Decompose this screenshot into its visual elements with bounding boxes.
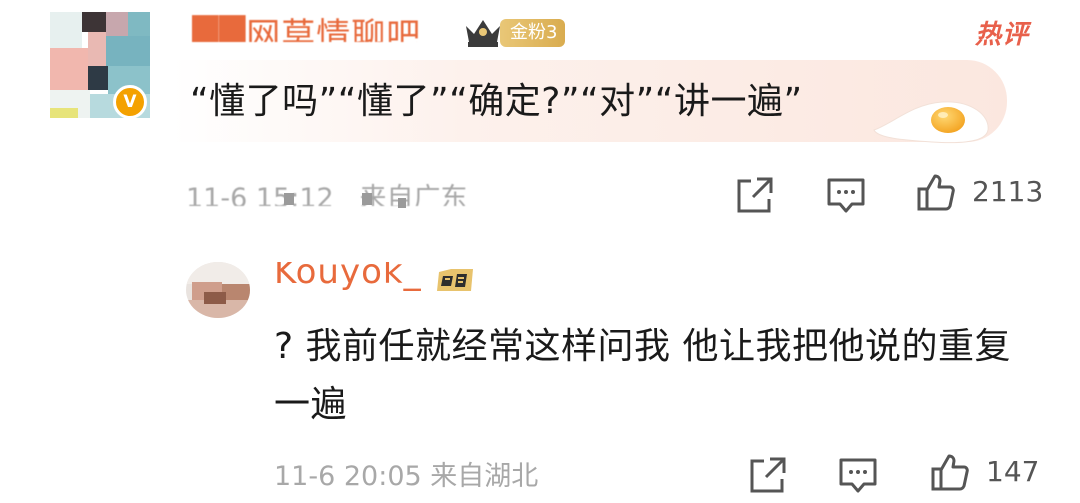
- thumbs-up-icon[interactable]: [916, 172, 956, 212]
- fan-level-badge[interactable]: 金粉3: [500, 19, 566, 47]
- censor-block: [284, 193, 294, 205]
- reply-username[interactable]: Kouyok_: [274, 262, 422, 292]
- censor-block: [362, 193, 372, 205]
- reply-content: ? 我前任就经常这样问我 他让我把他说的重复一遍: [274, 326, 1011, 425]
- gold-fan-badge-icon: [437, 269, 473, 291]
- comment-meta: 11-6 15:12 来自广东: [186, 176, 467, 206]
- hot-comment-label: 热评: [975, 20, 1030, 50]
- fried-egg-sticker: [873, 101, 989, 144]
- crown-icon: [466, 20, 500, 47]
- weibo-comment-thread: V ██网莫情聊吧 金粉3 热评 “懂了吗”“懂了”“确定?”“对”“讲一遍” …: [0, 0, 1080, 503]
- censor-block: [398, 198, 406, 208]
- reply-timestamp: 11-6 20:05: [274, 461, 422, 492]
- reply-meta: 11-6 20:05 来自湖北: [274, 454, 538, 493]
- comment-location: 来自广东: [359, 183, 468, 206]
- commenter-username[interactable]: ██网莫情聊吧: [192, 10, 421, 42]
- verified-v-icon: V: [113, 85, 147, 119]
- like-count: 147: [986, 455, 1040, 488]
- share-icon[interactable]: [735, 175, 775, 215]
- comment-icon[interactable]: [838, 455, 878, 495]
- comment-timestamp: 11-6 15:12: [186, 183, 334, 206]
- thumbs-up-icon[interactable]: [930, 452, 970, 492]
- reply-location: 来自湖北: [430, 461, 539, 492]
- like-count: 2113: [972, 175, 1044, 208]
- reply-avatar[interactable]: [186, 262, 250, 318]
- share-icon[interactable]: [748, 455, 788, 495]
- comment-icon[interactable]: [826, 175, 866, 215]
- comment-content: “懂了吗”“懂了”“确定?”“对”“讲一遍”: [190, 81, 803, 122]
